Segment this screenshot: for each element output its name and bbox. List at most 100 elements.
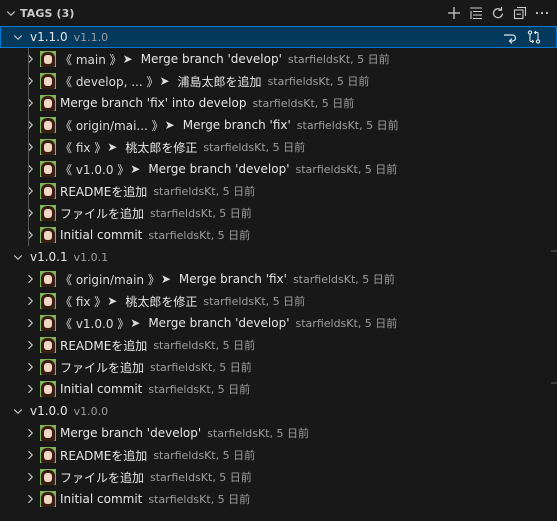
commit-row[interactable]: Initial commit starfieldsKt, 5 日前 (0, 488, 557, 510)
list-view-icon[interactable] (467, 5, 485, 21)
commit-row[interactable]: 《 fix 》 ➤ 桃太郎を修正 starfieldsKt, 5 日前 (0, 136, 557, 158)
avatar (40, 271, 56, 287)
commit-meta: starfieldsKt, 5 日前 (150, 361, 252, 374)
arrow-icon: ➤ (107, 294, 118, 308)
more-icon[interactable] (533, 5, 551, 21)
commit-row[interactable]: 《 origin/main 》 ➤ Merge branch 'fix' starfi… (0, 268, 557, 290)
commit-row[interactable]: Initial commit starfieldsKt, 5 日前 (0, 224, 557, 246)
chevron-down-icon[interactable] (10, 249, 26, 265)
commit-row[interactable]: 《 v1.0.0 》 ➤ Merge branch 'develop' starfie… (0, 312, 557, 334)
tag-name: v1.0.1 (30, 250, 68, 264)
avatar (40, 205, 56, 221)
commit-row[interactable]: READMEを追加 starfieldsKt, 5 日前 (0, 334, 557, 356)
chevron-right-icon[interactable] (22, 161, 38, 177)
branch-refs: 《 main 》 (60, 52, 122, 67)
avatar (40, 139, 56, 155)
commit-meta: starfieldsKt, 5 日前 (148, 229, 251, 242)
commit-message: 桃太郎を修正 (125, 294, 198, 309)
chevron-right-icon[interactable] (22, 293, 38, 309)
chevron-right-icon[interactable] (22, 183, 38, 199)
avatar (40, 161, 56, 177)
commit-message: Merge branch 'develop' (148, 316, 290, 330)
commit-message: Merge branch 'develop' (148, 162, 290, 176)
tag-description: v1.1.0 (73, 30, 109, 44)
chevron-right-icon[interactable] (22, 337, 38, 353)
commit-row[interactable]: ファイルを追加 starfieldsKt, 5 日前 (0, 466, 557, 488)
collapse-all-icon[interactable] (511, 5, 529, 21)
chevron-down-icon[interactable] (10, 29, 26, 45)
chevron-right-icon[interactable] (22, 271, 38, 287)
commit-row[interactable]: 《 origin/mai... 》 ➤ Merge branch 'fix' star… (0, 114, 557, 136)
switch-to-icon[interactable] (501, 29, 519, 45)
commit-meta: starfieldsKt, 5 日前 (153, 449, 256, 462)
add-icon[interactable] (445, 5, 463, 21)
chevron-down-icon[interactable] (10, 403, 26, 419)
section-toolbar (445, 5, 551, 21)
scrollbar[interactable] (547, 26, 557, 521)
commit-row[interactable]: READMEを追加 starfieldsKt, 5 日前 (0, 444, 557, 466)
commit-row[interactable]: ファイルを追加 starfieldsKt, 5 日前 (0, 356, 557, 378)
avatar (40, 51, 56, 67)
avatar (40, 337, 56, 353)
commit-meta: starfieldsKt, 5 日前 (295, 163, 398, 176)
commit-meta: starfieldsKt, 5 日前 (150, 207, 252, 220)
commit-row[interactable]: 《 develop, ... 》 ➤ 浦島太郎を追加 starfieldsKt, 5 … (0, 70, 557, 92)
indent-guide (28, 48, 29, 246)
chevron-right-icon[interactable] (22, 139, 38, 155)
commit-meta: starfieldsKt, 5 日前 (292, 273, 395, 286)
commit-row[interactable]: ファイルを追加 starfieldsKt, 5 日前 (0, 202, 557, 224)
commit-row[interactable]: READMEを追加 starfieldsKt, 5 日前 (0, 180, 557, 202)
avatar (40, 469, 56, 485)
chevron-right-icon[interactable] (22, 95, 38, 111)
tags-section-header[interactable]: TAGS (3) (0, 0, 557, 26)
avatar (40, 293, 56, 309)
avatar (40, 447, 56, 463)
arrow-icon: ➤ (130, 162, 141, 176)
commit-message: Merge branch 'fix' (178, 272, 287, 286)
scrollbar-thumb[interactable] (547, 26, 557, 386)
commit-meta: starfieldsKt, 5 日前 (296, 119, 399, 132)
commit-row[interactable]: Merge branch 'develop' starfieldsKt, 5 日前 (0, 422, 557, 444)
avatar (40, 359, 56, 375)
chevron-right-icon[interactable] (22, 447, 38, 463)
chevron-right-icon[interactable] (22, 205, 38, 221)
avatar (40, 183, 56, 199)
compare-icon[interactable] (525, 29, 543, 45)
refresh-icon[interactable] (489, 5, 507, 21)
tag-description: v1.0.0 (73, 404, 109, 418)
commit-row[interactable]: 《 v1.0.0 》 ➤ Merge branch 'develop' starfie… (0, 158, 557, 180)
avatar (40, 117, 56, 133)
commit-meta: starfieldsKt, 5 日前 (203, 295, 306, 308)
tag-row[interactable]: v1.1.0 v1.1.0 (0, 26, 557, 48)
commit-message: Merge branch 'develop' (140, 52, 282, 66)
commit-row[interactable]: 《 fix 》 ➤ 桃太郎を修正 starfieldsKt, 5 日前 (0, 290, 557, 312)
commit-row[interactable]: Merge branch 'fix' into develop starfield… (0, 92, 557, 114)
tag-row[interactable]: v1.0.1 v1.0.1 (0, 246, 557, 268)
commit-meta: starfieldsKt, 5 日前 (252, 97, 355, 110)
commit-message: Initial commit (60, 492, 143, 506)
commit-message: Initial commit (60, 382, 143, 396)
chevron-right-icon[interactable] (22, 227, 38, 243)
tags-tree: v1.1.0 v1.1.0 《 main 》 ➤ Merge branch 'devel… (0, 26, 557, 510)
chevron-right-icon[interactable] (22, 381, 38, 397)
commit-row[interactable]: Initial commit starfieldsKt, 5 日前 (0, 378, 557, 400)
chevron-right-icon[interactable] (22, 117, 38, 133)
tag-description: v1.0.1 (73, 250, 109, 264)
chevron-right-icon[interactable] (22, 359, 38, 375)
chevron-right-icon[interactable] (22, 315, 38, 331)
commit-meta: starfieldsKt, 5 日前 (153, 339, 256, 352)
scrollbar-marker (551, 250, 557, 252)
chevron-down-icon[interactable] (4, 6, 18, 20)
commit-message: Merge branch 'fix' (182, 118, 291, 132)
chevron-right-icon[interactable] (22, 469, 38, 485)
chevron-right-icon[interactable] (22, 491, 38, 507)
commit-row[interactable]: 《 main 》 ➤ Merge branch 'develop' starfield… (0, 48, 557, 70)
commit-message: Merge branch 'develop' (60, 426, 202, 440)
arrow-icon: ➤ (160, 272, 171, 286)
chevron-right-icon[interactable] (22, 73, 38, 89)
avatar (40, 73, 56, 89)
chevron-right-icon[interactable] (22, 51, 38, 67)
tag-row[interactable]: v1.0.0 v1.0.0 (0, 400, 557, 422)
chevron-right-icon[interactable] (22, 425, 38, 441)
tag-name: v1.0.0 (30, 404, 68, 418)
